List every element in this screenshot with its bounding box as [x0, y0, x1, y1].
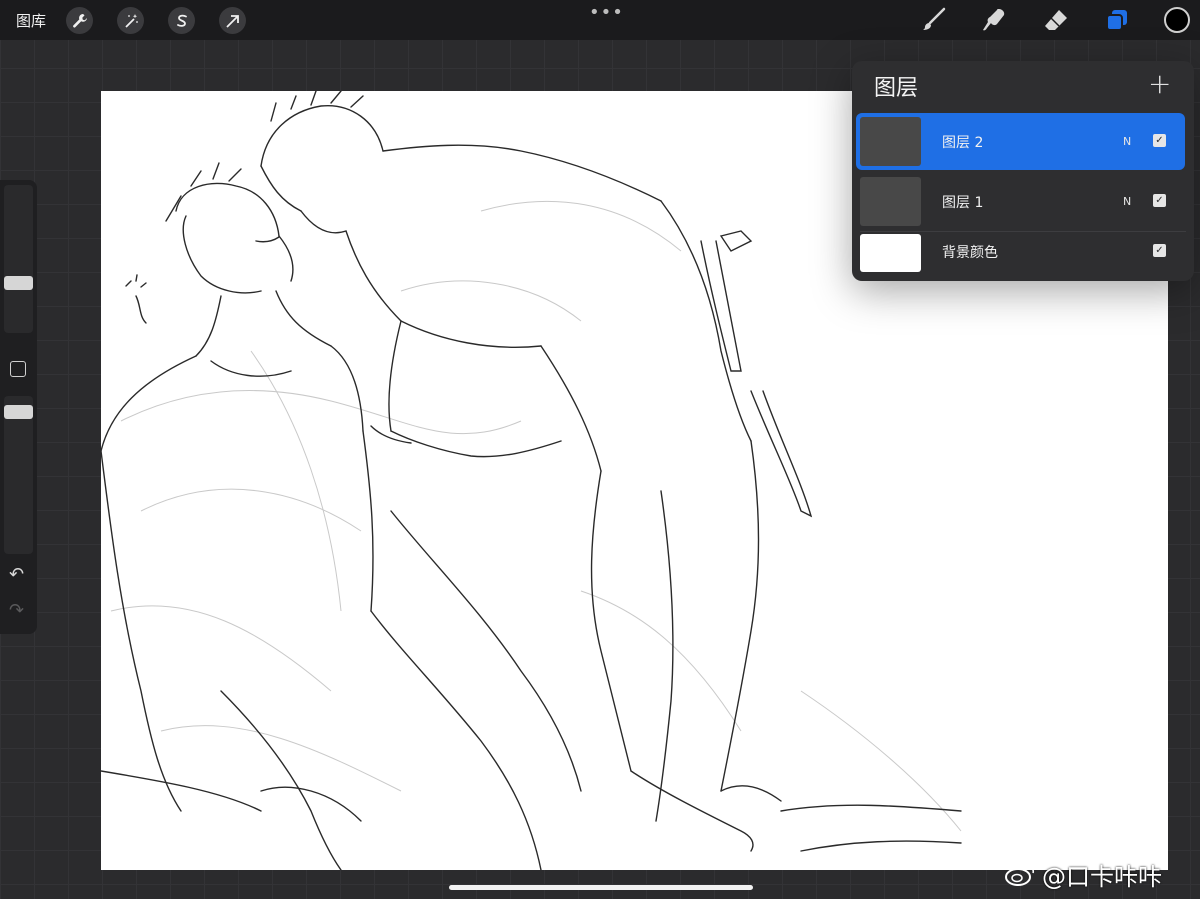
wrench-icon[interactable] [66, 7, 93, 34]
blend-mode-button[interactable]: N [1123, 135, 1131, 148]
gallery-button[interactable]: 图库 [16, 10, 46, 31]
undo-button[interactable]: ↶ [9, 564, 24, 585]
layer-name: 图层 1 [942, 195, 984, 211]
home-indicator[interactable] [449, 885, 753, 890]
visibility-checkbox[interactable]: ✓ [1153, 134, 1166, 147]
magic-wand-icon[interactable] [117, 7, 144, 34]
transform-arrow-icon[interactable] [219, 7, 246, 34]
color-picker-button[interactable] [1164, 7, 1190, 33]
layer-name: 背景颜色 [942, 245, 998, 261]
watermark-text: @口卡咔咔 [1042, 863, 1162, 891]
opacity-knob[interactable] [4, 405, 33, 419]
selection-s-icon[interactable] [168, 7, 195, 34]
layers-panel: 图层 + 图层 2 N ✓ 图层 1 N ✓ 背景颜色 ✓ [852, 61, 1194, 281]
weibo-watermark: @口卡咔咔 [1004, 857, 1162, 892]
layer-row-background[interactable]: 背景颜色 ✓ [856, 228, 1185, 278]
blend-mode-button[interactable]: N [1123, 195, 1131, 208]
layer-row-1[interactable]: 图层 1 N ✓ [856, 173, 1185, 230]
eraser-icon[interactable] [1042, 6, 1070, 34]
layer-thumbnail [860, 117, 921, 166]
layers-icon[interactable] [1103, 6, 1131, 34]
layers-panel-title: 图层 [874, 76, 919, 101]
layer-row-2[interactable]: 图层 2 N ✓ [856, 113, 1185, 170]
background-color-swatch [860, 234, 921, 272]
weibo-logo-icon [1005, 865, 1035, 886]
top-toolbar: 图库 ••• [0, 0, 1200, 40]
brush-size-slider[interactable] [4, 185, 33, 333]
more-options-button[interactable]: ••• [589, 2, 624, 23]
layer-thumbnail [860, 177, 921, 226]
add-layer-button[interactable]: + [1148, 67, 1171, 100]
opacity-slider[interactable] [4, 396, 33, 554]
brush-size-knob[interactable] [4, 276, 33, 290]
left-sidebar: ↶ ↷ [0, 180, 37, 634]
smudge-icon[interactable] [981, 6, 1009, 34]
visibility-checkbox[interactable]: ✓ [1153, 194, 1166, 207]
modify-button[interactable] [10, 361, 26, 377]
visibility-checkbox[interactable]: ✓ [1153, 244, 1166, 257]
redo-button[interactable]: ↷ [9, 600, 24, 621]
layer-name: 图层 2 [942, 135, 984, 151]
brush-icon[interactable] [920, 6, 948, 34]
